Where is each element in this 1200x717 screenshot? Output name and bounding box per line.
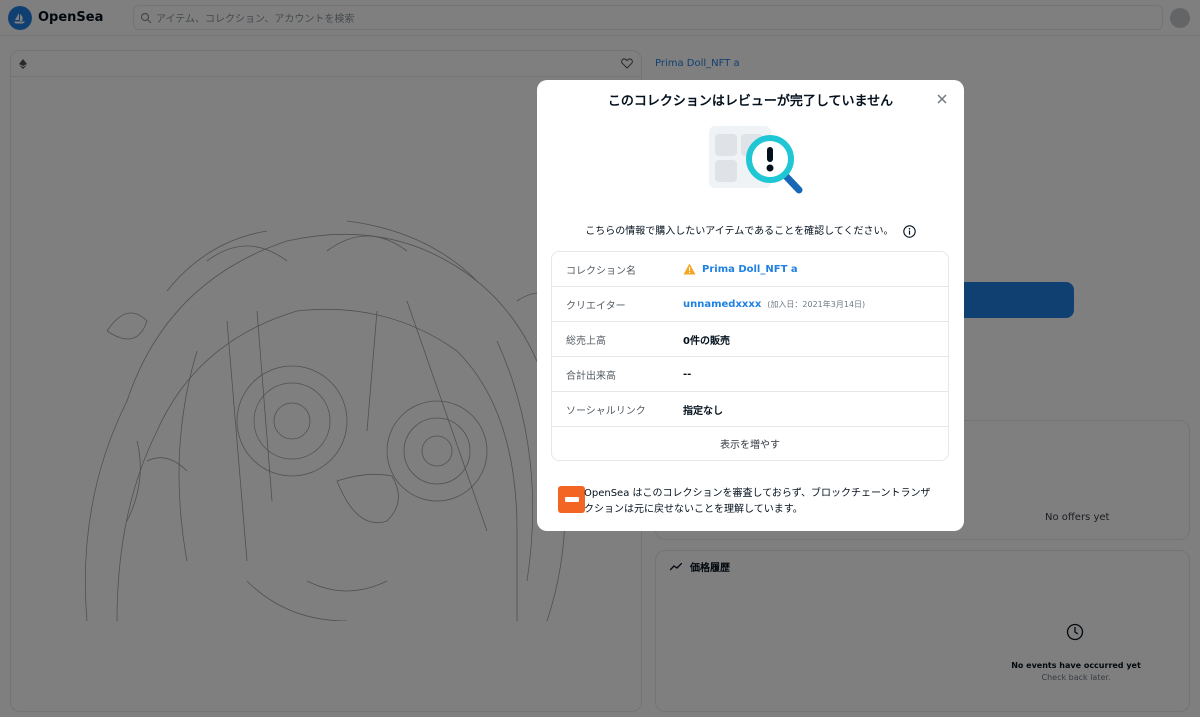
total-sales-value: 0件の販売 (683, 335, 730, 347)
warning-icon (683, 263, 696, 275)
creator-cell: unnamedxxxx (加入日：2021年3月14日) (683, 299, 865, 310)
review-magnifier-icon (709, 126, 803, 194)
checkbox-indicator (564, 497, 579, 502)
details-row-total-sales: 総売上高 0件の販売 (552, 322, 948, 357)
acknowledgement-text: OpenSea はこのコレクションを審査しておらず、ブロックチェーントランザクシ… (584, 488, 931, 515)
details-row-creator: クリエイター unnamedxxxx (加入日：2021年3月14日) (552, 287, 948, 322)
show-more-button[interactable]: 表示を増やす (552, 427, 948, 460)
unreviewed-collection-modal: このコレクションはレビューが完了していません こちらの情報で購入したいアイテムで… (537, 80, 964, 531)
total-volume-value: -- (683, 368, 692, 380)
details-row-collection: コレクション名 Prima Doll_NFT a (552, 252, 948, 287)
social-links-value: 指定なし (683, 405, 723, 417)
acknowledgement-row: OpenSea はこのコレクションを審査しておらず、ブロックチェーントランザクシ… (558, 486, 939, 518)
acknowledgement-checkbox[interactable] (558, 486, 585, 513)
info-icon[interactable] (903, 224, 916, 238)
details-row-total-volume: 合計出来高 -- (552, 357, 948, 392)
modal-title: このコレクションはレビューが完了していません (607, 94, 894, 109)
creator-link[interactable]: unnamedxxxx (683, 299, 761, 310)
row-label: コレクション名 (566, 265, 636, 277)
collection-details-table: コレクション名 Prima Doll_NFT a クリエイター unnamedx… (551, 251, 949, 461)
details-row-social-links: ソーシャルリンク 指定なし (552, 392, 948, 427)
row-label: 合計出来高 (566, 370, 616, 382)
confirm-message: こちらの情報で購入したいアイテムであることを確認してください。 (537, 222, 964, 238)
row-label: 総売上高 (566, 335, 606, 347)
creator-joined-date: (加入日：2021年3月14日) (767, 299, 866, 309)
confirm-message-text: こちらの情報で購入したいアイテムであることを確認してください。 (585, 226, 894, 237)
row-label: クリエイター (566, 300, 626, 312)
collection-name: Prima Doll_NFT a (702, 263, 798, 275)
collection-name-link[interactable]: Prima Doll_NFT a (683, 263, 798, 275)
close-icon[interactable] (935, 92, 949, 106)
row-label: ソーシャルリンク (566, 405, 646, 417)
